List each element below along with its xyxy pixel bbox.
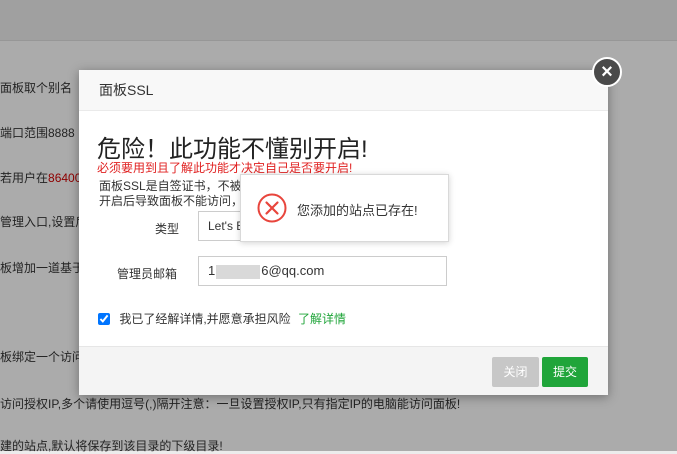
dialog-title: 面板SSL (79, 70, 608, 111)
toast-message: 您添加的站点已存在! (297, 203, 418, 218)
learn-more-link[interactable]: 了解详情 (298, 312, 346, 326)
email-redaction (216, 264, 261, 279)
submit-button[interactable]: 提交 (542, 357, 588, 387)
admin-email-input[interactable]: 1 6@qq.com (198, 256, 447, 286)
ssl-description-line2: 开启后导致面板不能访问， (99, 194, 244, 208)
close-button[interactable]: 关闭 (492, 357, 539, 387)
agree-risk-checkbox[interactable] (98, 312, 110, 325)
agree-risk-label: 我已了经解详情,并愿意承担风险 (119, 312, 291, 326)
type-label: 类型 (155, 222, 180, 236)
admin-email-label: 管理员邮箱 (117, 267, 178, 281)
agree-risk-row[interactable]: 我已了经解详情,并愿意承担风险 了解详情 (98, 310, 346, 327)
error-toast: 您添加的站点已存在! (240, 174, 449, 242)
email-prefix: 1 (208, 263, 216, 278)
dialog-footer: 关闭 提交 (79, 346, 608, 395)
error-circle-icon (257, 193, 287, 223)
email-suffix: 6@qq.com (261, 263, 325, 278)
dialog-close-icon[interactable]: × (592, 57, 622, 87)
